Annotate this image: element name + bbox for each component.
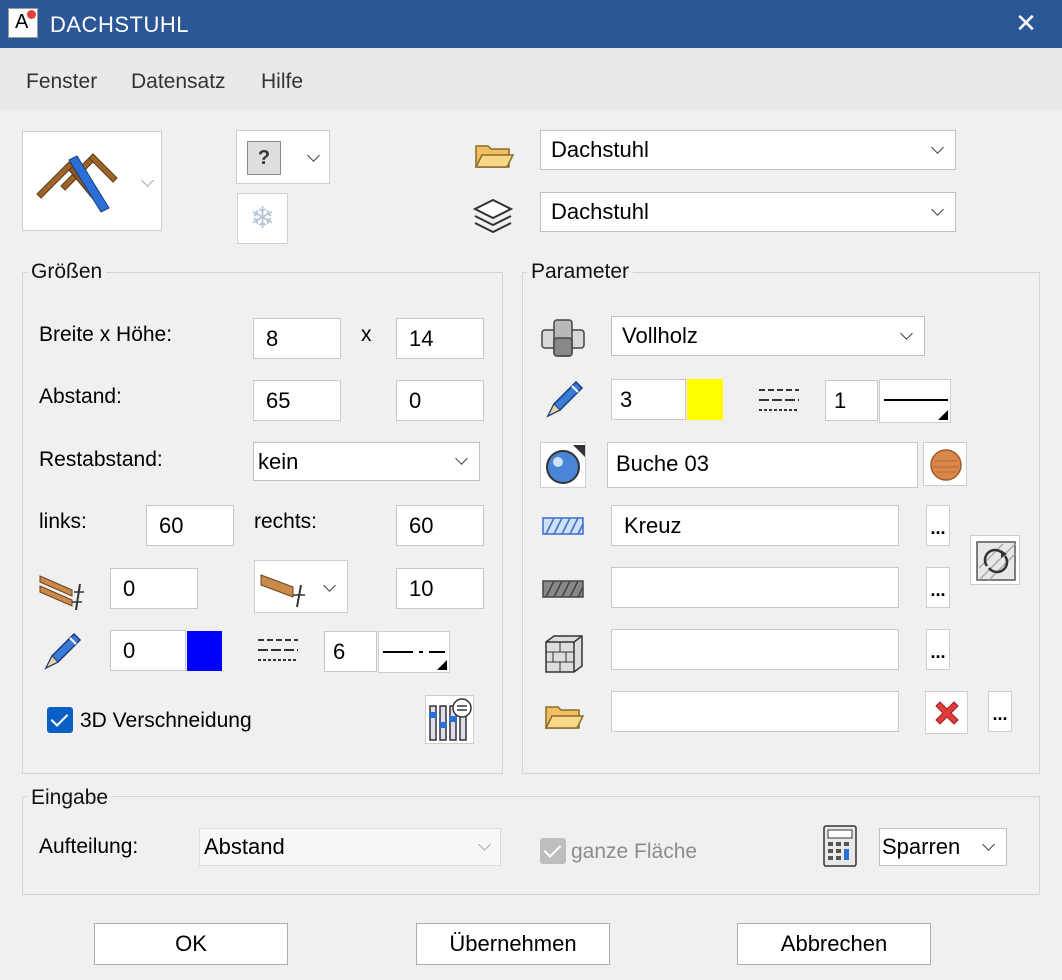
rafter-icon xyxy=(36,153,118,213)
x-label: x xyxy=(361,323,372,346)
cancel-button[interactable]: Abbrechen xyxy=(737,923,931,965)
beam-offset-icon xyxy=(260,574,305,608)
pen-color-swatch[interactable] xyxy=(187,631,222,671)
parameter-title: Parameter xyxy=(527,260,634,284)
sliders-icon xyxy=(429,698,472,741)
ganze-flaeche-checkbox[interactable] xyxy=(540,838,566,864)
material-combo[interactable]: Vollholz xyxy=(611,316,925,356)
app-icon: A xyxy=(8,8,38,38)
param-line-weight-input[interactable]: 1 xyxy=(825,380,878,421)
links-label: links: xyxy=(39,510,87,533)
line-type-icon xyxy=(258,639,298,661)
abstand-input-2[interactable]: 0 xyxy=(396,380,484,421)
hatch-input[interactable]: Kreuz xyxy=(611,505,899,546)
restabstand-label: Restabstand: xyxy=(39,448,163,471)
rechts-input[interactable]: 60 xyxy=(396,505,484,546)
folder-icon xyxy=(544,706,584,729)
format-dropdown-button[interactable]: ? xyxy=(236,130,330,184)
pen-icon xyxy=(44,632,82,670)
breite-label: Breite x Höhe: xyxy=(39,323,173,346)
chevron-down-icon xyxy=(900,327,913,340)
help-icon: ? xyxy=(247,141,281,175)
rafter-type-picker[interactable] xyxy=(22,131,162,231)
fill-browse-button[interactable]: ... xyxy=(926,629,950,670)
breite-input[interactable]: 8 xyxy=(253,318,341,359)
sphere-icon xyxy=(546,445,585,484)
swap-icon xyxy=(976,541,1016,581)
solid-line-icon xyxy=(884,399,948,420)
menu-fenster[interactable]: Fenster xyxy=(26,70,97,94)
offset-input-1[interactable]: 0 xyxy=(110,568,198,609)
3d-checkbox[interactable] xyxy=(47,707,73,733)
ok-button[interactable]: OK xyxy=(94,923,288,965)
window-title: DACHSTUHL xyxy=(50,12,189,37)
surface-input[interactable]: Buche 03 xyxy=(607,442,918,488)
chevron-down-icon xyxy=(982,838,995,851)
pattern-browse-button[interactable]: ... xyxy=(926,567,950,608)
surface-preview-button[interactable] xyxy=(923,442,967,486)
rechts-label: rechts: xyxy=(254,510,318,533)
fill-input[interactable] xyxy=(611,629,899,670)
abstand-label: Abstand: xyxy=(39,385,122,408)
layers-icon xyxy=(472,198,514,234)
param-pen-color-swatch[interactable] xyxy=(687,379,723,420)
delete-icon xyxy=(935,701,959,725)
hatch-browse-button[interactable]: ... xyxy=(926,505,950,546)
chevron-down-icon xyxy=(931,141,944,154)
sparren-combo[interactable]: Sparren xyxy=(879,828,1007,866)
chevron-down-icon xyxy=(478,838,491,851)
layer-combo[interactable]: Dachstuhl xyxy=(540,192,956,232)
restabstand-combo[interactable]: kein xyxy=(253,442,480,481)
aufteilung-combo[interactable]: Abstand xyxy=(199,828,501,866)
beam-offset-dropdown[interactable] xyxy=(254,560,348,613)
settings-button[interactable] xyxy=(425,695,474,744)
hatch-icon xyxy=(542,517,584,535)
param-line-style-picker[interactable] xyxy=(879,379,951,423)
pattern-input[interactable] xyxy=(611,567,899,608)
apply-button[interactable]: Übernehmen xyxy=(416,923,610,965)
chevron-down-icon xyxy=(323,579,336,592)
aufteilung-label: Aufteilung: xyxy=(39,835,139,858)
chevron-down-icon xyxy=(141,174,154,187)
pen-icon xyxy=(546,380,584,418)
param-pen-input[interactable]: 3 xyxy=(611,379,686,420)
links-input[interactable]: 60 xyxy=(146,505,234,546)
line-style-picker[interactable] xyxy=(378,631,450,673)
brick-wall-icon xyxy=(545,635,583,673)
groessen-title: Größen xyxy=(27,260,107,284)
snowflake-icon[interactable]: ❄ xyxy=(237,193,288,244)
calculator-icon xyxy=(823,825,857,867)
pen-input[interactable]: 0 xyxy=(110,630,186,671)
swap-hatch-button[interactable] xyxy=(970,535,1020,585)
wood-ball-icon xyxy=(930,449,962,481)
resource-browse-button[interactable]: ... xyxy=(988,691,1012,732)
surface-picker-button[interactable] xyxy=(540,442,586,488)
menu-hilfe[interactable]: Hilfe xyxy=(261,70,303,94)
eingabe-title: Eingabe xyxy=(27,786,113,810)
beam-offset-icon xyxy=(39,575,84,611)
chevron-down-icon xyxy=(307,149,320,162)
hoehe-input[interactable]: 14 xyxy=(396,318,484,359)
title-bar: A DACHSTUHL ✕ xyxy=(0,0,1062,48)
chevron-down-icon xyxy=(931,203,944,216)
menu-datensatz[interactable]: Datensatz xyxy=(131,70,226,94)
chevron-down-icon xyxy=(455,452,468,465)
resource-input[interactable] xyxy=(611,691,899,732)
material-icon xyxy=(541,319,585,357)
close-icon[interactable]: ✕ xyxy=(1012,8,1040,39)
delete-button[interactable] xyxy=(925,691,968,734)
folder-combo[interactable]: Dachstuhl xyxy=(540,130,956,170)
abstand-input-1[interactable]: 65 xyxy=(253,380,341,421)
ganze-flaeche-label: ganze Fläche xyxy=(571,840,698,863)
pattern-icon xyxy=(542,580,584,598)
dash-dot-line-icon xyxy=(383,651,447,670)
line-type-icon xyxy=(759,389,799,411)
line-weight-input[interactable]: 6 xyxy=(324,631,377,672)
folder-icon xyxy=(474,145,514,168)
3d-checkbox-label: 3D Verschneidung xyxy=(80,709,252,732)
offset-input-2[interactable]: 10 xyxy=(396,568,484,609)
